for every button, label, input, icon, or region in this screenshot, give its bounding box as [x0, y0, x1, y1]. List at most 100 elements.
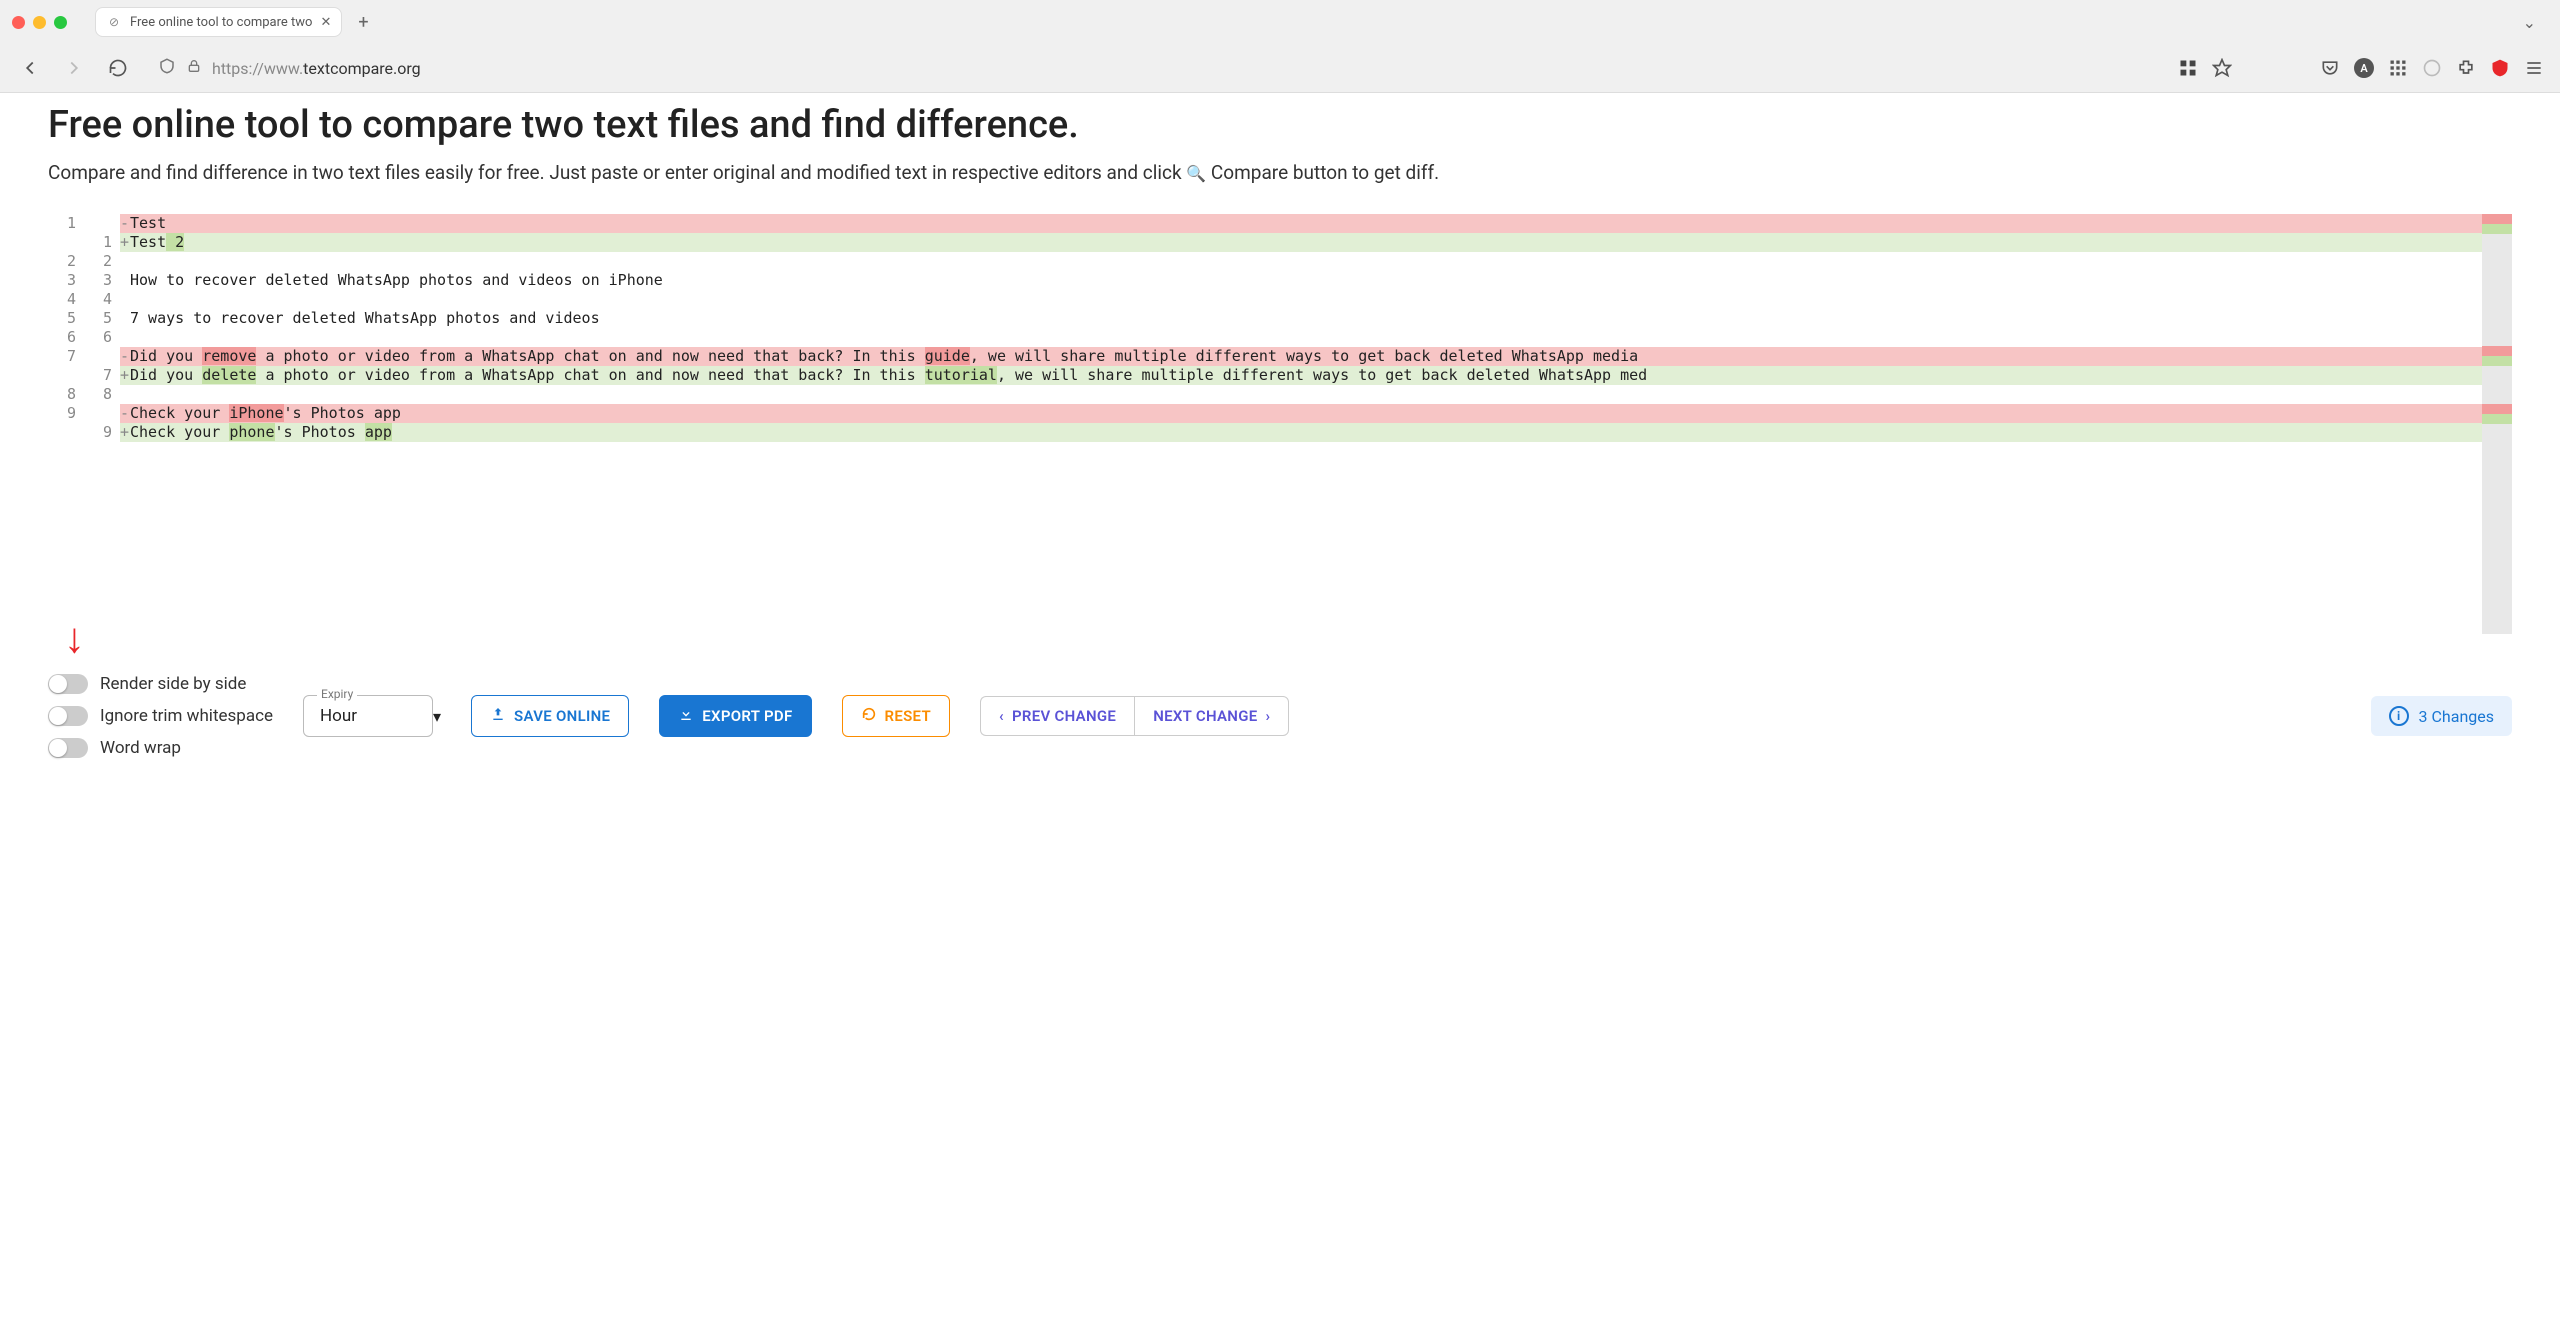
address-bar[interactable]: https://www.textcompare.org: [148, 57, 2162, 79]
toggle-group: ↓ Render side by side Ignore trim whites…: [48, 674, 273, 758]
line-number: 8: [48, 385, 84, 404]
extensions-icon[interactable]: [2456, 58, 2476, 78]
chevron-down-icon: ▾: [433, 707, 441, 726]
line-number: 9: [84, 423, 120, 442]
diff-text: Did you remove a photo or video from a W…: [130, 347, 2482, 366]
tabs-dropdown-icon[interactable]: ⌄: [2511, 13, 2548, 32]
magnifier-icon: 🔍: [1186, 164, 1206, 183]
expiry-value[interactable]: Hour: [303, 695, 433, 737]
expiry-label: Expiry: [317, 687, 357, 701]
diff-line: [120, 328, 2482, 347]
line-number: [48, 233, 84, 252]
side-by-side-label: Render side by side: [100, 674, 246, 694]
diff-text: [130, 290, 2482, 309]
next-change-button[interactable]: NEXT CHANGE ›: [1134, 696, 1289, 736]
line-number: 4: [48, 290, 84, 309]
subtitle-text-b: Compare button to get diff.: [1206, 161, 1439, 184]
minimize-window-button[interactable]: [33, 16, 46, 29]
diff-text: Check your phone's Photos app: [130, 423, 2482, 442]
diff-sign: [120, 309, 130, 328]
page-title: Free online tool to compare two text fil…: [48, 103, 2512, 147]
diff-text: [130, 252, 2482, 271]
sync-icon[interactable]: [2422, 58, 2442, 78]
url-text: https://www.textcompare.org: [212, 59, 2152, 78]
save-online-button[interactable]: SAVE ONLINE: [471, 695, 629, 737]
line-number: 6: [84, 328, 120, 347]
back-button[interactable]: [16, 54, 44, 82]
diff-sign: -: [120, 404, 130, 423]
apps-grid-icon[interactable]: [2388, 58, 2408, 78]
save-label: SAVE ONLINE: [514, 707, 610, 725]
pocket-icon[interactable]: [2320, 58, 2340, 78]
qr-icon[interactable]: [2178, 58, 2198, 78]
close-window-button[interactable]: [12, 16, 25, 29]
line-number: [48, 423, 84, 442]
expiry-select[interactable]: Expiry Hour ▾: [303, 695, 441, 737]
diff-line: [120, 290, 2482, 309]
line-number: 9: [48, 404, 84, 423]
next-label: NEXT CHANGE: [1153, 707, 1257, 725]
upload-icon: [490, 706, 506, 726]
line-number: 4: [84, 290, 120, 309]
line-number: 1: [84, 233, 120, 252]
line-number: 8: [84, 385, 120, 404]
tab-close-icon[interactable]: ✕: [320, 15, 331, 30]
tab-title: Free online tool to compare two: [130, 15, 312, 30]
diff-viewer[interactable]: 123456789 123456789 -Test+Test 2How to r…: [48, 214, 2512, 634]
export-pdf-button[interactable]: EXPORT PDF: [659, 695, 811, 737]
line-number: [84, 214, 120, 233]
subtitle-text-a: Compare and find difference in two text …: [48, 161, 1186, 184]
line-number: 3: [84, 271, 120, 290]
reload-button[interactable]: [104, 54, 132, 82]
tracking-shield-icon[interactable]: [158, 57, 176, 79]
menu-icon[interactable]: [2524, 58, 2544, 78]
diff-line: -Did you remove a photo or video from a …: [120, 347, 2482, 366]
diff-text: [130, 328, 2482, 347]
minimap[interactable]: [2482, 214, 2512, 634]
reset-button[interactable]: RESET: [842, 695, 950, 737]
new-tab-button[interactable]: +: [350, 12, 376, 33]
line-number: 2: [48, 252, 84, 271]
diff-text: Test: [130, 214, 2482, 233]
forward-button[interactable]: [60, 54, 88, 82]
browser-tab[interactable]: ⊘ Free online tool to compare two ✕: [95, 7, 342, 37]
browser-chrome: ⊘ Free online tool to compare two ✕ + ⌄ …: [0, 0, 2560, 93]
lock-icon[interactable]: [186, 58, 202, 78]
diff-line: -Check your iPhone's Photos app: [120, 404, 2482, 423]
diff-line: -Test: [120, 214, 2482, 233]
account-avatar[interactable]: A: [2354, 58, 2374, 78]
prev-label: PREV CHANGE: [1012, 707, 1116, 725]
maximize-window-button[interactable]: [54, 16, 67, 29]
page-content: Free online tool to compare two text fil…: [0, 93, 2560, 664]
gutter-left: 123456789: [48, 214, 84, 634]
diff-sign: +: [120, 423, 130, 442]
word-wrap-label: Word wrap: [100, 738, 181, 758]
bookmark-star-icon[interactable]: [2212, 58, 2232, 78]
adblock-shield-icon[interactable]: [2490, 58, 2510, 78]
diff-sign: [120, 328, 130, 347]
toggle-word-wrap: Word wrap: [48, 738, 273, 758]
diff-code[interactable]: -Test+Test 2How to recover deleted Whats…: [120, 214, 2482, 634]
line-number: 7: [48, 347, 84, 366]
ignore-trim-switch[interactable]: [48, 706, 88, 726]
line-number: 5: [84, 309, 120, 328]
prev-change-button[interactable]: ‹ PREV CHANGE: [980, 696, 1134, 736]
changes-count-pill: i 3 Changes: [2371, 696, 2512, 736]
diff-sign: [120, 385, 130, 404]
chevron-right-icon: ›: [1266, 707, 1271, 725]
diff-line: +Test 2: [120, 233, 2482, 252]
diff-sign: [120, 252, 130, 271]
word-wrap-switch[interactable]: [48, 738, 88, 758]
reset-icon: [861, 706, 877, 726]
diff-sign: +: [120, 233, 130, 252]
chevron-left-icon: ‹: [999, 707, 1004, 725]
diff-line: [120, 252, 2482, 271]
diff-text: [130, 385, 2482, 404]
download-icon: [678, 706, 694, 726]
line-number: 2: [84, 252, 120, 271]
side-by-side-switch[interactable]: [48, 674, 88, 694]
diff-text: Did you delete a photo or video from a W…: [130, 366, 2482, 385]
diff-text: Test 2: [130, 233, 2482, 252]
diff-line: How to recover deleted WhatsApp photos a…: [120, 271, 2482, 290]
toggle-side-by-side: Render side by side: [48, 674, 273, 694]
